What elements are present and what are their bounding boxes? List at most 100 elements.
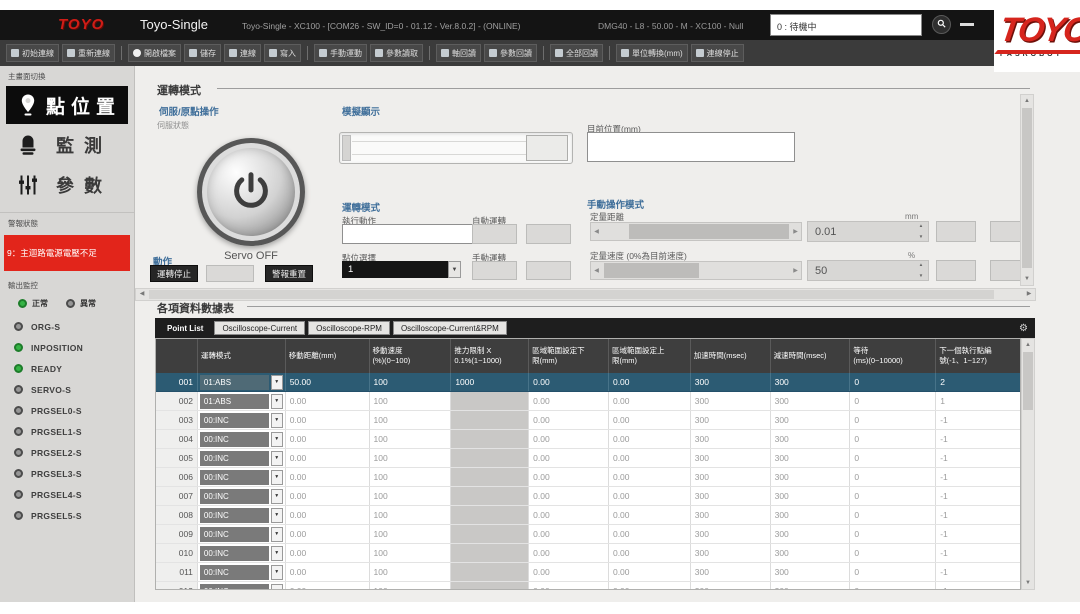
slider-thumb[interactable] [629,224,789,239]
exec-action-input[interactable] [342,224,474,244]
table-cell[interactable]: 0.00 [609,373,691,391]
table-cell[interactable]: 100 [370,392,452,410]
scroll-up-arrow[interactable]: ▲ [1021,95,1033,107]
table-cell[interactable]: 300 [691,468,771,486]
jog-minus-button[interactable] [936,221,976,242]
table-cell[interactable]: 0.00 [609,392,691,410]
sidebar-item-point-position[interactable]: 點位置 [6,86,128,124]
table-cell[interactable]: 300 [771,544,851,562]
table-cell[interactable] [451,582,529,590]
table-cell[interactable]: 300 [771,582,851,590]
table-cell[interactable]: 0.00 [286,544,370,562]
table-row[interactable]: 00800:INC▼0.001000.000.003003000-1 [156,506,1020,525]
table-cell[interactable]: -1 [936,582,1020,590]
table-cell[interactable]: 50.00 [286,373,370,391]
table-cell[interactable]: 0.00 [609,525,691,543]
scrollbar-thumb[interactable] [149,290,994,299]
slider-left-arrow[interactable]: ◀ [591,223,602,240]
table-cell[interactable]: 300 [691,563,771,581]
table-cell[interactable]: -1 [936,544,1020,562]
jog-speed-stepper[interactable]: 50 ▲▼ [807,260,929,281]
table-cell[interactable]: 300 [771,373,851,391]
table-cell[interactable]: 0.00 [529,582,609,590]
slider-right-arrow[interactable]: ▶ [790,223,801,240]
table-cell[interactable]: 0.00 [286,411,370,429]
alarm-reset-button[interactable]: 警報重置 [265,265,313,282]
gear-icon[interactable]: ⚙ [1019,323,1031,334]
table-cell[interactable]: 100 [370,449,452,467]
mode-dropdown-button[interactable]: ▼ [271,451,283,466]
table-cell[interactable]: 0.00 [529,411,609,429]
table-cell[interactable]: 100 [370,373,452,391]
table-cell[interactable]: 300 [691,430,771,448]
table-cell[interactable]: 100 [370,582,452,590]
table-row[interactable]: 00700:INC▼0.001000.000.003003000-1 [156,487,1020,506]
manual-run-button-2[interactable] [526,261,571,280]
servo-power-button[interactable] [197,138,305,246]
table-cell[interactable]: 0 [850,525,936,543]
mode-select[interactable]: 00:INC [200,451,269,466]
table-cell[interactable] [451,525,529,543]
table-cell[interactable]: 300 [691,582,771,590]
table-cell[interactable]: -1 [936,487,1020,505]
table-cell[interactable]: 0.00 [286,525,370,543]
machine-status-combo[interactable]: 0 : 待機中 [770,14,922,36]
table-cell[interactable]: 100 [370,544,452,562]
jog-speed-slider[interactable]: ◀ ▶ [590,261,802,280]
table-cell[interactable]: 0.00 [529,430,609,448]
tab-oscilloscope-rpm[interactable]: Oscilloscope-RPM [308,321,390,335]
table-cell[interactable]: 0.00 [529,506,609,524]
table-cell[interactable]: 0.00 [529,373,609,391]
toolbar-button-init-connect[interactable]: 初始連線 [6,44,59,62]
table-cell[interactable]: 100 [370,487,452,505]
run-stop-button[interactable]: 運轉停止 [150,265,198,282]
table-row[interactable]: 01100:INC▼0.001000.000.003003000-1 [156,563,1020,582]
mode-dropdown-button[interactable]: ▼ [271,470,283,485]
table-cell[interactable]: 0.00 [286,468,370,486]
scroll-up-arrow[interactable]: ▲ [1022,339,1034,351]
table-cell[interactable]: -1 [936,563,1020,581]
table-cell[interactable] [451,563,529,581]
table-cell[interactable]: 100 [370,430,452,448]
tab-point-list[interactable]: Point List [159,324,211,333]
auto-run-button-1[interactable] [472,224,517,244]
table-cell[interactable]: 0.00 [609,506,691,524]
slider-right-arrow[interactable]: ▶ [790,262,801,279]
mode-dropdown-button[interactable]: ▼ [271,527,283,542]
toolbar-button-unit-convert[interactable]: 單位轉換(mm) [616,44,688,62]
table-cell[interactable]: 0.00 [529,525,609,543]
table-cell[interactable]: 0.00 [286,582,370,590]
table-cell[interactable]: 300 [691,449,771,467]
toolbar-button-jog[interactable]: 手動運動 [314,44,367,62]
jog-distance-stepper[interactable]: 0.01 ▲▼ [807,221,929,242]
home-button[interactable] [206,265,254,282]
table-cell[interactable]: 300 [771,430,851,448]
table-cell[interactable]: 300 [771,392,851,410]
toolbar-button-axis-readback[interactable]: 軸回讀 [436,44,481,62]
scroll-left-arrow[interactable]: ◀ [136,289,148,300]
table-cell[interactable]: 0.00 [529,449,609,467]
toolbar-button-open-file[interactable]: 開啟檔案 [128,44,181,62]
table-row[interactable]: 00201:ABS▼0.001000.000.0030030001 [156,392,1020,411]
table-cell[interactable]: 0.00 [529,468,609,486]
table-cell[interactable]: 0 [850,449,936,467]
table-cell[interactable]: 0.00 [609,487,691,505]
table-cell[interactable]: 0 [850,487,936,505]
table-cell[interactable]: 300 [771,487,851,505]
table-cell[interactable] [451,487,529,505]
table-cell[interactable] [451,449,529,467]
mode-select[interactable]: 00:INC [200,432,269,447]
mode-select[interactable]: 00:INC [200,413,269,428]
mode-select[interactable]: 00:INC [200,489,269,504]
table-cell[interactable]: 0.00 [609,468,691,486]
table-cell[interactable]: -1 [936,506,1020,524]
mode-select[interactable]: 00:INC [200,584,269,591]
slider-thumb[interactable] [604,263,699,278]
scroll-down-arrow[interactable]: ▼ [1022,577,1034,589]
table-cell[interactable]: 300 [771,506,851,524]
table-vertical-scrollbar[interactable]: ▲ ▼ [1021,338,1035,590]
table-cell[interactable]: 0 [850,373,936,391]
table-row[interactable]: 00101:ABS▼50.0010010000.000.0030030002 [156,373,1020,392]
slider-left-arrow[interactable]: ◀ [591,262,602,279]
table-cell[interactable]: 0.00 [529,392,609,410]
